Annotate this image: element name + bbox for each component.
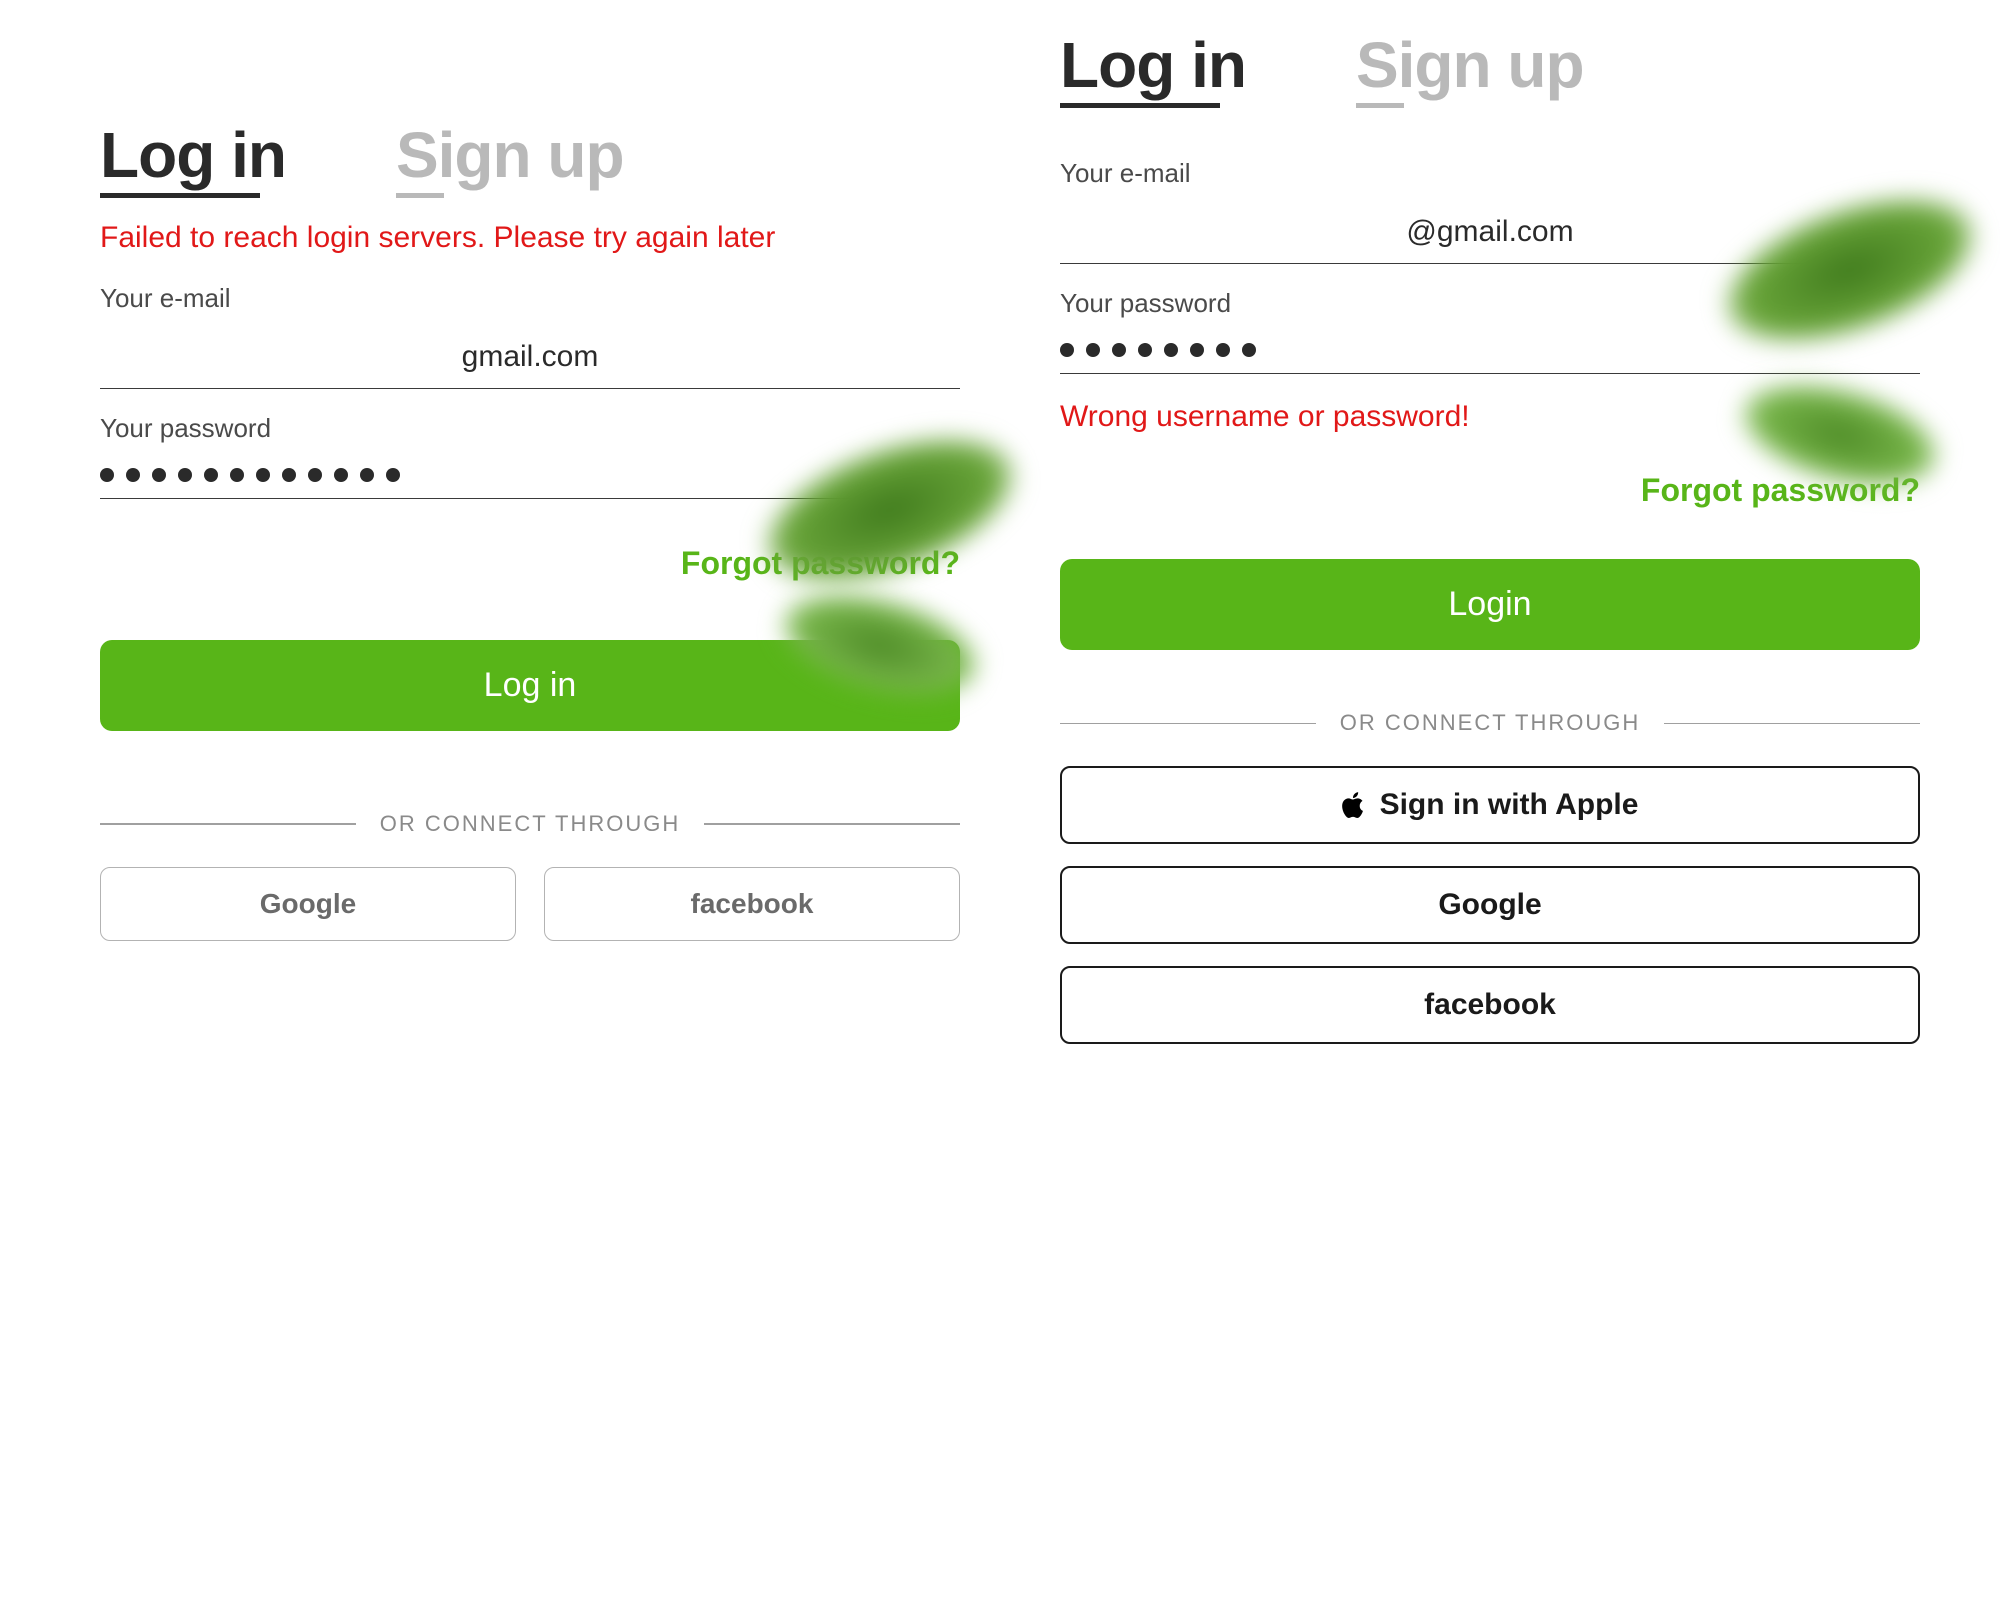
login-button[interactable]: Log in — [100, 640, 960, 731]
password-field-group: Your password — [100, 413, 960, 499]
google-label: Google — [260, 888, 356, 920]
forgot-password-link[interactable]: Forgot password? — [681, 545, 960, 581]
apple-signin-button[interactable]: Sign in with Apple — [1060, 766, 1920, 844]
email-input[interactable] — [100, 332, 960, 389]
tab-signup[interactable]: Sign up — [396, 120, 624, 190]
divider-line — [1664, 723, 1920, 725]
apple-icon — [1342, 790, 1368, 820]
error-message-below: Wrong username or password! — [1060, 400, 1920, 434]
auth-tabs: Log in Sign up — [1060, 30, 1920, 100]
divider-line — [100, 823, 356, 825]
google-signin-button[interactable]: Google — [100, 867, 516, 941]
forgot-password-row: Forgot password? — [1060, 472, 1920, 509]
email-field-group: Your e-mail — [100, 283, 960, 389]
password-label: Your password — [100, 413, 960, 444]
facebook-signin-button[interactable]: facebook — [1060, 966, 1920, 1044]
error-message-top: Failed to reach login servers. Please tr… — [100, 218, 960, 259]
auth-tabs: Log in Sign up — [100, 120, 960, 190]
social-buttons-column: Sign in with Apple Google facebook — [1060, 766, 1920, 1044]
tab-underline — [1356, 103, 1404, 108]
login-button[interactable]: Login — [1060, 559, 1920, 650]
email-label: Your e-mail — [1060, 158, 1920, 189]
tab-signup[interactable]: Sign up — [1356, 30, 1584, 100]
tab-underline — [396, 193, 444, 198]
google-signin-button[interactable]: Google — [1060, 866, 1920, 944]
forgot-password-link[interactable]: Forgot password? — [1641, 472, 1920, 508]
apple-label: Sign in with Apple — [1380, 788, 1639, 822]
login-panel-left: Log in Sign up Failed to reach login ser… — [100, 120, 960, 941]
tab-login-label: Log in — [100, 119, 286, 191]
divider-label: OR CONNECT THROUGH — [1340, 710, 1640, 736]
tab-signup-label: Sign up — [1356, 29, 1584, 101]
email-label: Your e-mail — [100, 283, 960, 314]
tab-underline — [100, 193, 260, 198]
divider-line — [1060, 723, 1316, 725]
login-panel-right: Log in Sign up Your e-mail Your password… — [1060, 30, 1920, 1044]
forgot-password-row: Forgot password? — [100, 545, 960, 582]
tab-login-label: Log in — [1060, 29, 1246, 101]
social-divider: OR CONNECT THROUGH — [100, 811, 960, 837]
email-field-group: Your e-mail — [1060, 158, 1920, 264]
tab-signup-label: Sign up — [396, 119, 624, 191]
facebook-label: facebook — [691, 888, 814, 920]
social-buttons-row: Google facebook — [100, 867, 960, 941]
password-input[interactable] — [1060, 337, 1920, 374]
password-input[interactable] — [100, 462, 960, 499]
password-label: Your password — [1060, 288, 1920, 319]
tab-underline — [1060, 103, 1220, 108]
google-label: Google — [1438, 888, 1541, 922]
tab-login[interactable]: Log in — [1060, 30, 1246, 100]
password-field-group: Your password — [1060, 288, 1920, 374]
tab-login[interactable]: Log in — [100, 120, 286, 190]
email-input[interactable] — [1060, 207, 1920, 264]
divider-line — [704, 823, 960, 825]
facebook-signin-button[interactable]: facebook — [544, 867, 960, 941]
facebook-label: facebook — [1424, 988, 1556, 1022]
social-divider: OR CONNECT THROUGH — [1060, 710, 1920, 736]
divider-label: OR CONNECT THROUGH — [380, 811, 680, 837]
